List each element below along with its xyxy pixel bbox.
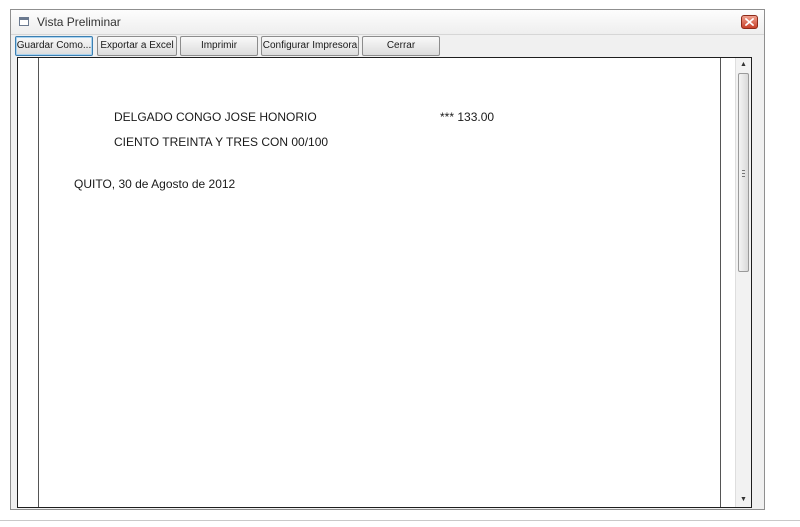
window-title: Vista Preliminar: [37, 15, 121, 29]
place-and-date: QUITO, 30 de Agosto de 2012: [74, 177, 236, 191]
close-button[interactable]: Cerrar: [362, 36, 440, 56]
check-amount: *** 133.00: [440, 110, 495, 124]
scroll-up-arrow-icon: ▲: [740, 61, 747, 68]
configure-printer-button[interactable]: Configurar Impresora: [261, 36, 359, 56]
amount-in-words: CIENTO TREINTA Y TRES CON 00/100: [114, 135, 329, 149]
scrollbar-thumb[interactable]: [738, 73, 749, 272]
page-right-edge: [720, 58, 721, 507]
taskbar-divider: [0, 520, 800, 521]
close-window-button[interactable]: [741, 15, 758, 29]
vertical-scrollbar[interactable]: ▲ ▼: [735, 58, 751, 507]
toolbar: Guardar Como... Exportar a Excel Imprimi…: [11, 34, 764, 57]
close-icon: [745, 18, 754, 26]
preview-window: Vista Preliminar Guardar Como... Exporta…: [10, 9, 765, 510]
export-excel-button[interactable]: Exportar a Excel: [97, 36, 177, 56]
page-left-edge: [38, 58, 39, 507]
save-as-button[interactable]: Guardar Como...: [15, 36, 93, 56]
window-icon: [19, 17, 29, 26]
scroll-up-button[interactable]: ▲: [736, 58, 751, 72]
scroll-down-button[interactable]: ▼: [736, 493, 751, 507]
scroll-down-arrow-icon: ▼: [740, 496, 747, 503]
title-bar[interactable]: Vista Preliminar: [11, 10, 764, 35]
print-button[interactable]: Imprimir: [180, 36, 258, 56]
print-preview-area[interactable]: DELGADO CONGO JOSE HONORIO *** 133.00 CI…: [17, 57, 752, 508]
scroll-grip-icon: [742, 170, 745, 177]
payee-name: DELGADO CONGO JOSE HONORIO: [114, 110, 317, 124]
